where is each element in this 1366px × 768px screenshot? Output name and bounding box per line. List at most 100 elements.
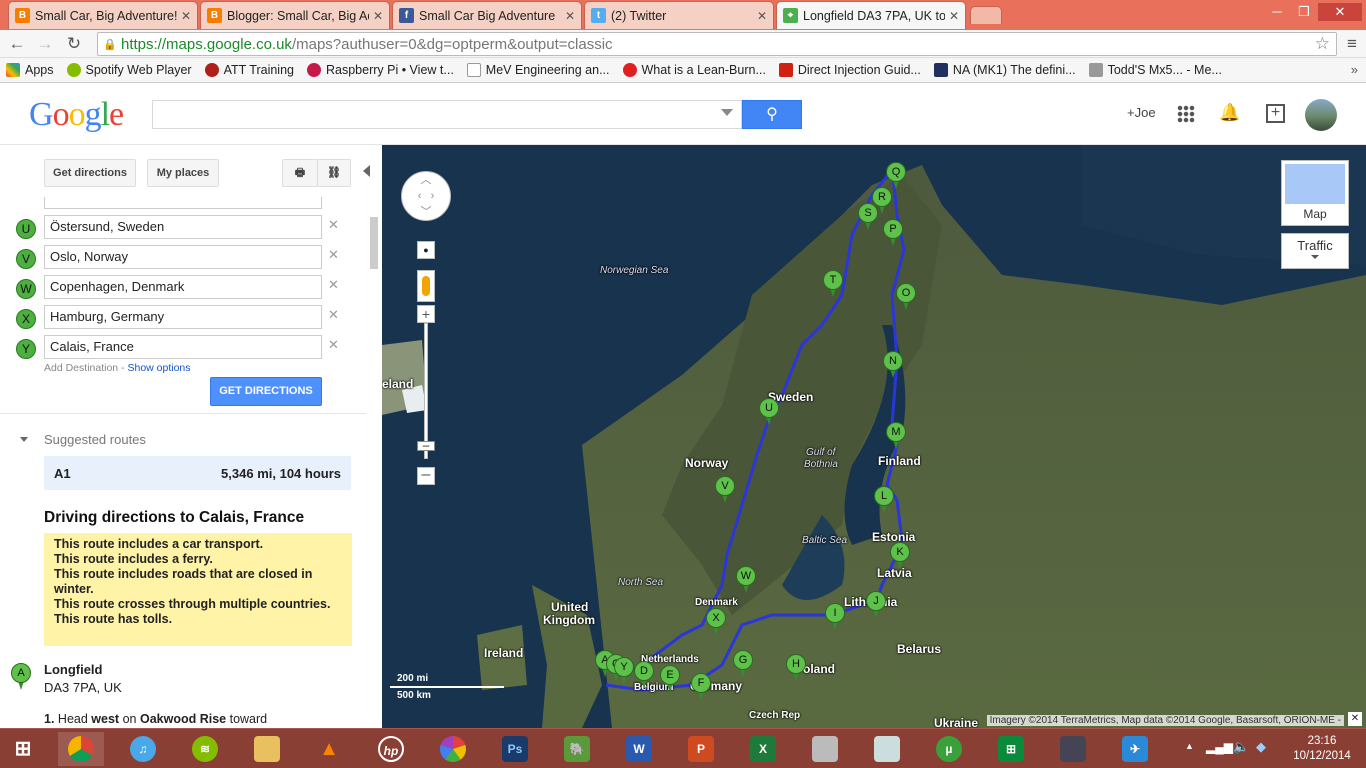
address-bar[interactable]: 🔒 https://maps.google.co.uk/maps?authuse… bbox=[97, 32, 1337, 56]
pan-control[interactable]: ︿ ‹ › ﹀ bbox=[401, 171, 451, 221]
close-icon[interactable]: ✕ bbox=[373, 9, 383, 23]
maps-search-input[interactable] bbox=[152, 100, 742, 129]
route-marker-n-icon[interactable]: N bbox=[883, 351, 903, 379]
taskbar-app[interactable]: W bbox=[616, 732, 662, 766]
menu-icon[interactable]: ≡ bbox=[1341, 33, 1363, 55]
search-button[interactable]: ⚲ bbox=[742, 100, 802, 129]
expand-triangle-icon[interactable] bbox=[20, 437, 28, 442]
get-directions-tab[interactable]: Get directions bbox=[44, 159, 136, 187]
bookmark-item[interactable]: NA (MK1) The defini... bbox=[933, 63, 1076, 77]
reload-icon[interactable]: ↻ bbox=[63, 33, 85, 55]
browser-tab[interactable]: B Blogger: Small Car, Big Ad ✕ bbox=[200, 1, 390, 29]
route-marker-f-icon[interactable]: F bbox=[691, 673, 711, 701]
route-marker-y-icon[interactable]: Y bbox=[614, 657, 634, 685]
notifications-bell-icon[interactable]: 🔔 bbox=[1219, 103, 1240, 123]
close-icon[interactable]: ✕ bbox=[757, 9, 767, 23]
taskbar-app[interactable]: ⊞ bbox=[988, 732, 1034, 766]
bookmark-item[interactable]: ATT Training bbox=[204, 63, 294, 77]
browser-tab-active[interactable]: ⌖ Longfield DA3 7PA, UK to ✕ bbox=[776, 1, 966, 29]
remove-destination-icon[interactable]: ✕ bbox=[328, 277, 339, 293]
traffic-button[interactable]: Traffic bbox=[1281, 233, 1349, 269]
add-destination-link[interactable]: Add Destination bbox=[44, 362, 118, 374]
search-dropdown-icon[interactable] bbox=[721, 109, 733, 116]
bookmark-item[interactable]: Apps bbox=[6, 63, 54, 77]
bookmark-item[interactable]: MeV Engineering an... bbox=[466, 63, 610, 77]
route-marker-o-icon[interactable]: O bbox=[896, 283, 916, 311]
pan-down-icon[interactable]: ﹀ bbox=[402, 204, 450, 220]
taskbar-app[interactable] bbox=[1050, 732, 1096, 766]
taskbar-app[interactable]: hp bbox=[368, 732, 414, 766]
bookmark-item[interactable]: Todd'S Mx5... - Me... bbox=[1088, 63, 1222, 77]
dropbox-icon[interactable]: ◆ bbox=[1256, 739, 1266, 755]
taskbar-app[interactable]: ✈ bbox=[1112, 732, 1158, 766]
destination-input[interactable]: Hamburg, Germany bbox=[44, 305, 322, 329]
zoom-slider-handle[interactable]: – bbox=[417, 439, 435, 451]
bookmark-item[interactable]: What is a Lean-Burn... bbox=[622, 63, 766, 77]
volume-icon[interactable]: 🔈 bbox=[1233, 739, 1249, 755]
restore-icon[interactable]: ❐ bbox=[1291, 3, 1317, 21]
avatar[interactable] bbox=[1305, 99, 1337, 131]
taskbar-app[interactable] bbox=[802, 732, 848, 766]
route-marker-u-icon[interactable]: U bbox=[759, 398, 779, 426]
map-canvas[interactable]: Norwegian Sea eland Sweden Gulf of Bothn… bbox=[382, 145, 1366, 728]
route-marker-l-icon[interactable]: L bbox=[874, 486, 894, 514]
destination-input-partial[interactable] bbox=[44, 197, 322, 209]
taskbar-app[interactable]: µ bbox=[926, 732, 972, 766]
share-plus-icon[interactable]: + bbox=[1266, 104, 1285, 123]
tray-overflow-icon[interactable]: ▲ bbox=[1185, 741, 1194, 751]
taskbar-app[interactable]: P bbox=[678, 732, 724, 766]
taskbar-app[interactable]: ▲ bbox=[306, 732, 352, 766]
pan-up-icon[interactable]: ︿ bbox=[402, 172, 450, 188]
scrollbar[interactable] bbox=[370, 217, 378, 269]
link-button[interactable]: ⛓ bbox=[317, 159, 351, 187]
destination-input[interactable]: Oslo, Norway bbox=[44, 245, 322, 269]
show-options-link[interactable]: Show options bbox=[127, 362, 190, 374]
window-close-icon[interactable]: ✕ bbox=[1318, 3, 1362, 21]
route-marker-p-icon[interactable]: P bbox=[883, 219, 903, 247]
taskbar-app[interactable] bbox=[430, 732, 476, 766]
route-marker-w-icon[interactable]: W bbox=[736, 566, 756, 594]
route-marker-s-icon[interactable]: S bbox=[858, 203, 878, 231]
taskbar-app[interactable] bbox=[244, 732, 290, 766]
my-places-tab[interactable]: My places bbox=[147, 159, 219, 187]
route-marker-t-icon[interactable]: T bbox=[823, 270, 843, 298]
route-marker-m-icon[interactable]: M bbox=[886, 422, 906, 450]
signal-icon[interactable]: ▂▄▆ bbox=[1206, 740, 1233, 754]
route-marker-q-icon[interactable]: Q bbox=[886, 162, 906, 190]
remove-destination-icon[interactable]: ✕ bbox=[328, 217, 339, 233]
zoom-out-button[interactable]: – bbox=[417, 467, 435, 485]
zoom-in-button[interactable]: + bbox=[417, 305, 435, 323]
route-option[interactable]: A1 5,346 mi, 104 hours bbox=[44, 456, 351, 490]
print-button[interactable]: 🖶 bbox=[282, 159, 318, 187]
new-tab-button[interactable] bbox=[970, 6, 1002, 24]
clock[interactable]: 23:16 10/12/2014 bbox=[1280, 734, 1364, 764]
taskbar-app[interactable]: 🐘 bbox=[554, 732, 600, 766]
bookmark-star-icon[interactable]: ☆ bbox=[1315, 34, 1330, 54]
user-name-link[interactable]: +Joe bbox=[1127, 105, 1156, 120]
remove-destination-icon[interactable]: ✕ bbox=[328, 247, 339, 263]
route-marker-i-icon[interactable]: I bbox=[825, 603, 845, 631]
google-logo[interactable]: Google bbox=[29, 96, 124, 134]
taskbar-app[interactable]: Ps bbox=[492, 732, 538, 766]
bookmark-item[interactable]: Raspberry Pi • View t... bbox=[306, 63, 454, 77]
direction-step[interactable]: 1. Head west on Oakwood Rise toward bbox=[44, 712, 267, 726]
route-marker-j-icon[interactable]: J bbox=[866, 591, 886, 619]
destination-input[interactable]: Östersund, Sweden bbox=[44, 215, 322, 239]
route-marker-v-icon[interactable]: V bbox=[715, 476, 735, 504]
browser-tab[interactable]: t (2) Twitter ✕ bbox=[584, 1, 774, 29]
close-icon[interactable]: ✕ bbox=[565, 9, 575, 23]
route-marker-d-icon[interactable]: D bbox=[634, 661, 654, 689]
taskbar-app[interactable] bbox=[864, 732, 910, 766]
remove-destination-icon[interactable]: ✕ bbox=[328, 337, 339, 353]
destination-input[interactable]: Copenhagen, Denmark bbox=[44, 275, 322, 299]
route-marker-x-icon[interactable]: X bbox=[706, 608, 726, 636]
taskbar-app[interactable]: ≋ bbox=[182, 732, 228, 766]
forward-icon[interactable]: → bbox=[34, 33, 56, 55]
browser-tab[interactable]: f Small Car Big Adventure ✕ bbox=[392, 1, 582, 29]
route-marker-g-icon[interactable]: G bbox=[733, 650, 753, 678]
street-view-pegman-icon[interactable] bbox=[417, 270, 435, 302]
route-marker-h-icon[interactable]: H bbox=[786, 654, 806, 682]
apps-grid-icon[interactable] bbox=[1177, 105, 1195, 123]
route-marker-e-icon[interactable]: E bbox=[660, 665, 680, 693]
map-type-button[interactable]: Map bbox=[1281, 160, 1349, 226]
